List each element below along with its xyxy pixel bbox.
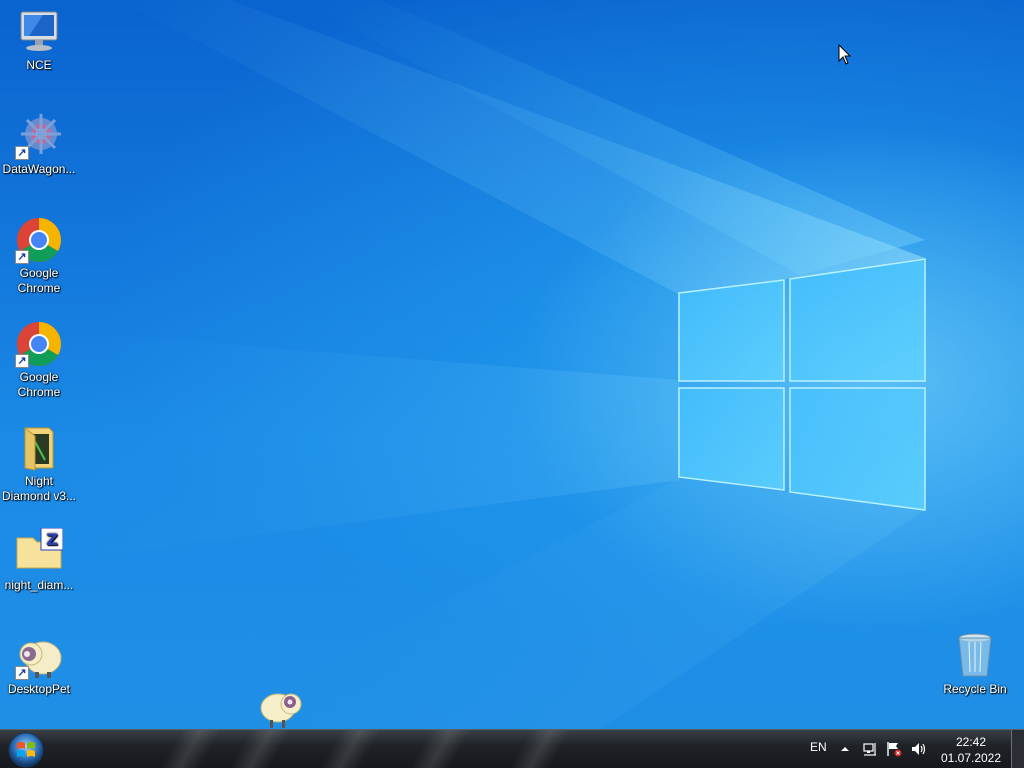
sheep-pet-icon[interactable] (258, 686, 304, 729)
shortcut-arrow-icon: ↗ (15, 146, 29, 160)
desktop-icon-label: DataWagon... (2, 162, 76, 176)
datawagon-app-icon: ↗ (15, 112, 63, 160)
windows-orb-icon[interactable] (6, 732, 46, 768)
desktop-icon-google-chrome[interactable]: ↗ Google Chrome (1, 216, 77, 296)
network-icon[interactable] (862, 741, 878, 757)
desktop-icon-night-diam-zip[interactable]: Z night_diam... (1, 527, 77, 593)
desktop-icon-night-diamond[interactable]: Night Diamond v3... (1, 424, 77, 504)
clock-date: 01.07.2022 (940, 751, 1002, 765)
desktop-icon-nce[interactable]: NCE (1, 8, 77, 73)
desktop-icon-label: Night Diamond v3... (1, 474, 77, 503)
desktop-icon-recycle-bin[interactable]: Recycle Bin (937, 632, 1013, 697)
desktop-icon-datawagon[interactable]: ↗ DataWagon... (1, 112, 77, 177)
svg-text:Z: Z (46, 530, 58, 549)
shortcut-arrow-icon: ↗ (15, 250, 29, 264)
sheep-icon: ↗ (15, 632, 63, 680)
desktop-icon-label: Google Chrome (17, 266, 61, 295)
recycle-bin-icon (951, 632, 999, 680)
zip-folder-icon: Z (15, 527, 64, 576)
desktop-icon-label: NCE (26, 58, 52, 72)
chevron-up-icon[interactable] (840, 744, 850, 754)
language-indicator[interactable]: EN (810, 740, 827, 768)
desktop-icon-desktoppet[interactable]: ↗ DesktopPet (1, 632, 77, 697)
windows-logo-wallpaper (678, 258, 926, 511)
computer-monitor-icon (15, 8, 63, 56)
taskbar: EN 22:42 01.07.2022 (0, 729, 1024, 768)
taskbar-clock[interactable]: 22:42 01.07.2022 (940, 734, 1002, 766)
mouse-cursor-icon (838, 44, 852, 65)
chrome-icon: ↗ (15, 320, 63, 368)
action-center-flag-icon[interactable] (886, 741, 902, 757)
clock-time: 22:42 (955, 735, 987, 749)
shortcut-arrow-icon: ↗ (15, 354, 29, 368)
desktop[interactable]: NCE ↗ DataWagon... ↗ Google Chrome ↗ Goo… (0, 0, 1024, 729)
desktop-icon-label: Google Chrome (17, 370, 61, 399)
desktop-icon-google-chrome[interactable]: ↗ Google Chrome (1, 320, 77, 400)
show-desktop-button[interactable] (1011, 730, 1024, 768)
folder-icon (15, 424, 63, 472)
volume-icon[interactable] (910, 741, 928, 757)
chrome-icon: ↗ (15, 216, 63, 264)
desktop-icon-label: DesktopPet (7, 682, 71, 696)
shortcut-arrow-icon: ↗ (15, 666, 29, 680)
desktop-icon-label: Recycle Bin (943, 682, 1007, 696)
desktop-icon-label: night_diam... (4, 578, 74, 592)
